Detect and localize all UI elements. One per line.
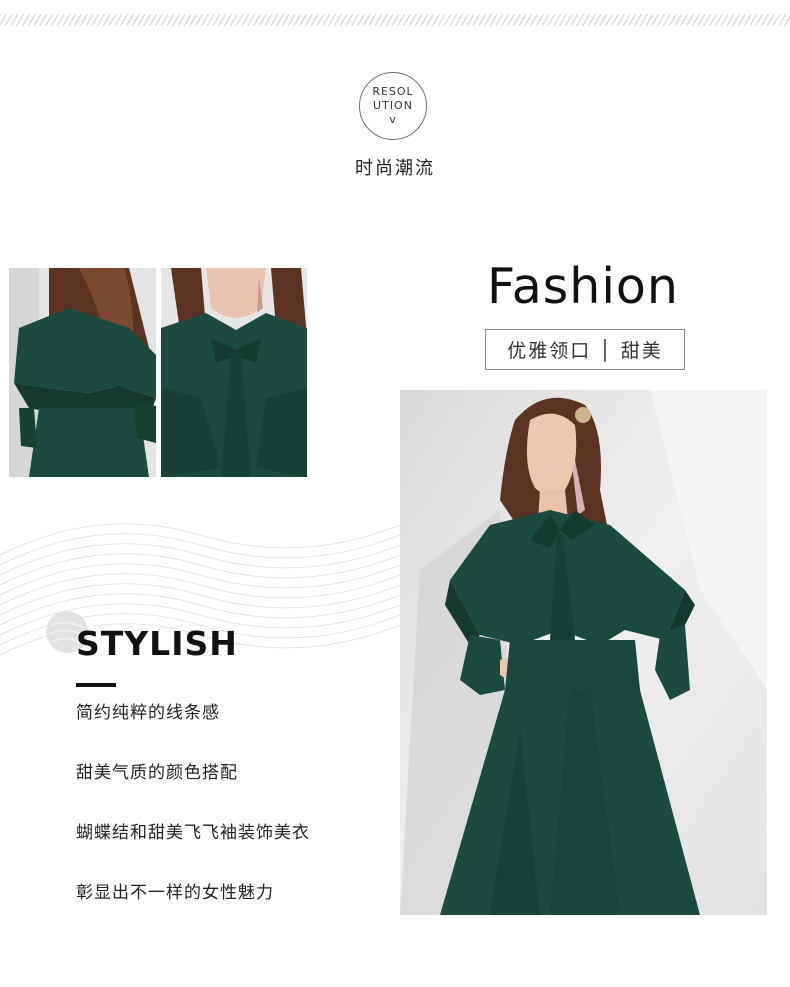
- detail-photo-neckline: [161, 268, 307, 477]
- detail-photo-back: [9, 268, 156, 477]
- feature-item: 蝴蝶结和甜美飞飞袖装饰美衣: [76, 823, 310, 843]
- decorative-top-stripe: [0, 14, 790, 26]
- feature-item: 简约纯粹的线条感: [76, 703, 220, 723]
- badge-line-1: RESOL: [372, 85, 414, 98]
- model-photo: [400, 390, 767, 915]
- fashion-tag: 优雅领口 │ 甜美: [485, 329, 685, 370]
- badge-line-2: UTION: [373, 99, 413, 112]
- feature-list: 简约纯粹的线条感 甜美气质的颜色搭配 蝴蝶结和甜美飞飞袖装饰美衣 彰显出不一样的…: [76, 700, 310, 940]
- fashion-heading: Fashion: [487, 258, 679, 315]
- resolution-badge: RESOL UTION v: [359, 72, 427, 140]
- feature-item: 彰显出不一样的女性魅力: [76, 883, 274, 903]
- badge-line-3: v: [389, 113, 397, 126]
- accent-bar: [76, 683, 116, 687]
- section-subtitle: 时尚潮流: [355, 158, 435, 179]
- feature-item: 甜美气质的颜色搭配: [76, 763, 238, 783]
- stylish-heading: STYLISH: [76, 624, 238, 663]
